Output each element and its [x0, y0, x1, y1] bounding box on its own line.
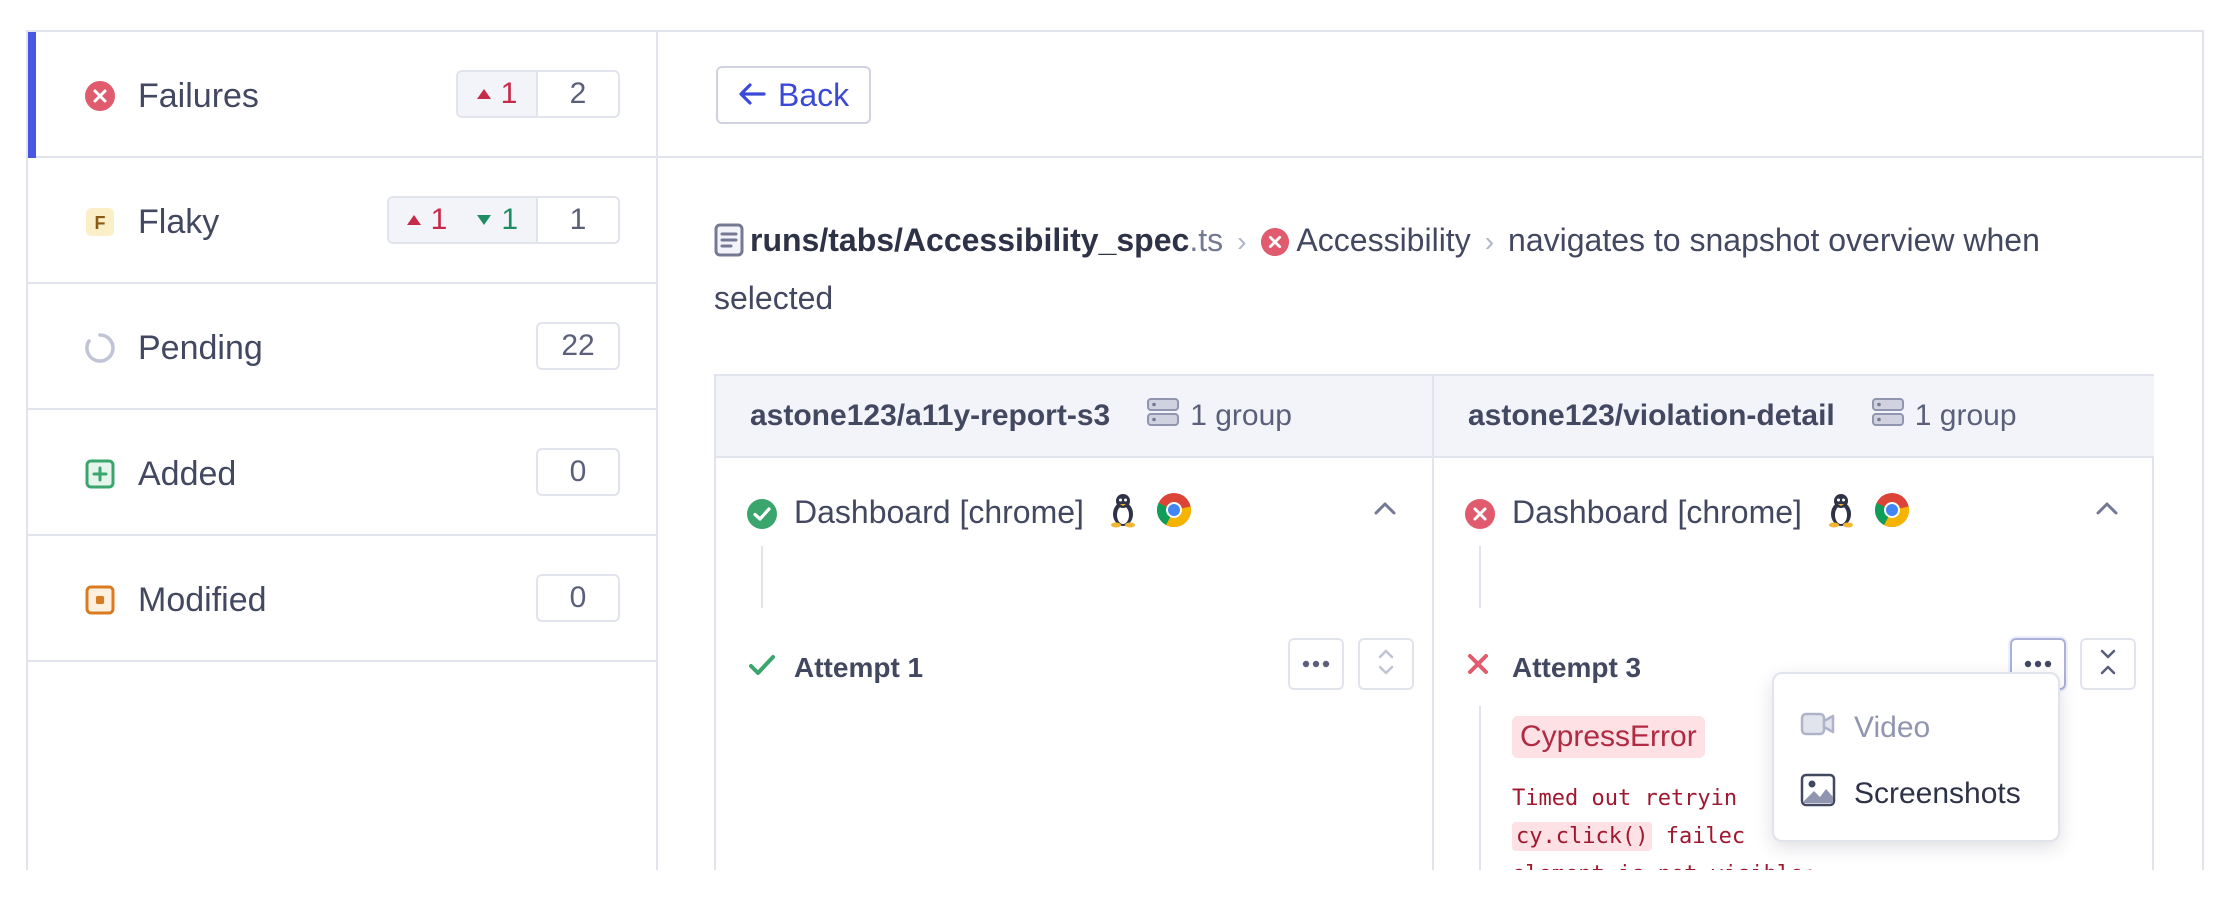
sidebar-item-label: Flaky: [138, 203, 220, 241]
run-row[interactable]: Dashboard [chrome]: [716, 488, 1432, 538]
more-options-menu: Video Screenshots: [1772, 672, 2060, 842]
timeline-connector: [1479, 546, 1481, 608]
run-title: Dashboard [chrome]: [1512, 494, 1802, 530]
back-button-label: Back: [778, 76, 850, 113]
branch-name: astone123/a11y-report-s3: [750, 399, 1111, 432]
server-icon: [1146, 397, 1180, 435]
run-row[interactable]: Dashboard [chrome]: [1434, 488, 2154, 538]
sidebar-item-label: Added: [138, 455, 237, 493]
spec-file-name[interactable]: runs/tabs/Accessibility_spec: [750, 222, 1189, 258]
collapse-icon: [2099, 645, 2117, 684]
error-code: cy.click(): [1512, 822, 1653, 851]
image-icon: [1800, 773, 1836, 815]
modified-count-badge: 0: [536, 574, 620, 622]
flaky-icon: F: [84, 206, 116, 238]
sidebar-item-flaky[interactable]: F Flaky 1 1 1: [28, 158, 656, 284]
top-bar: Back: [658, 32, 2202, 158]
video-icon: [1800, 710, 1836, 746]
error-type-badge: CypressError: [1512, 716, 1705, 758]
breadcrumb: runs/tabs/Accessibility_spec.ts › Accessi…: [714, 214, 2154, 324]
failures-count-badge: 1 2: [456, 70, 620, 118]
sidebar-item-label: Failures: [138, 77, 259, 115]
more-horizontal-icon: [2024, 655, 2052, 673]
arrow-left-icon: [738, 77, 766, 114]
group-count: 1 group: [1190, 399, 1292, 432]
attempt-label: Attempt 3: [1512, 652, 1642, 683]
error-message: Timed out retryin cy.click() failec elem…: [1512, 786, 1817, 870]
attempt-row[interactable]: Attempt 1: [716, 638, 1432, 694]
x-circle-icon: [1464, 498, 1496, 535]
chrome-icon: [1156, 492, 1192, 533]
decrease-icon: [477, 215, 492, 225]
column-header: astone123/a11y-report-s3 1 group: [716, 376, 1432, 458]
menu-item-label: Screenshots: [1854, 777, 2021, 810]
server-icon: [1871, 397, 1905, 435]
chrome-icon: [1874, 492, 1910, 533]
chevron-right-icon: ›: [1237, 226, 1247, 257]
increase-icon: [406, 215, 421, 225]
sidebar-item-added[interactable]: Added 0: [28, 410, 656, 536]
branch-name: astone123/violation-detail: [1468, 399, 1835, 432]
menu-item-screenshots[interactable]: Screenshots: [1800, 770, 2021, 818]
flaky-count-badge: 1 1 1: [386, 196, 620, 244]
more-horizontal-icon: [1302, 655, 1330, 673]
x-icon: [1466, 652, 1490, 681]
svg-text:F: F: [95, 213, 106, 233]
spec-file-ext: .ts: [1189, 222, 1224, 258]
column-header: astone123/violation-detail 1 group: [1434, 376, 2154, 458]
pending-count-badge: 22: [536, 322, 620, 370]
group-count: 1 group: [1914, 399, 2017, 432]
expand-button[interactable]: [1358, 638, 1414, 690]
modified-square-icon: [84, 584, 116, 616]
increase-icon: [476, 89, 491, 99]
linux-icon: [1108, 492, 1138, 533]
chevron-up-icon[interactable]: [1372, 498, 1398, 523]
suite-name: Accessibility: [1296, 222, 1471, 258]
attempt-label: Attempt 1: [794, 652, 924, 683]
collapse-button[interactable]: [2080, 638, 2136, 690]
sidebar-item-failures[interactable]: Failures 1 2: [28, 32, 656, 158]
plus-square-icon: [84, 458, 116, 490]
sidebar-item-pending[interactable]: Pending 22: [28, 284, 656, 410]
pending-spinner-icon: [84, 332, 116, 364]
check-circle-icon: [746, 498, 778, 535]
chevron-right-icon: ›: [1484, 226, 1495, 257]
timeline-connector: [761, 546, 763, 608]
timeline-connector: [1479, 706, 1481, 870]
added-count-badge: 0: [536, 448, 620, 496]
back-button[interactable]: Back: [716, 66, 872, 124]
sidebar-item-label: Pending: [138, 329, 263, 367]
menu-item-label: Video: [1854, 711, 1931, 744]
sidebar: Failures 1 2 F Flaky 1 1 1 Pending 22 Ad…: [28, 32, 658, 870]
sidebar-item-label: Modified: [138, 581, 267, 619]
run-title: Dashboard [chrome]: [794, 494, 1084, 530]
sidebar-item-modified[interactable]: Modified 0: [28, 536, 656, 662]
base-branch-column: astone123/a11y-report-s3 1 group Dashboa…: [716, 376, 1434, 870]
menu-item-video[interactable]: Video: [1800, 704, 1930, 752]
document-icon: [714, 220, 744, 272]
more-options-button[interactable]: [1288, 638, 1344, 690]
linux-icon: [1826, 492, 1856, 533]
x-circle-icon: [84, 80, 116, 112]
chevron-up-icon[interactable]: [2094, 498, 2120, 523]
x-circle-icon: [1260, 220, 1290, 272]
expand-icon: [1377, 645, 1395, 684]
check-icon: [748, 652, 776, 683]
